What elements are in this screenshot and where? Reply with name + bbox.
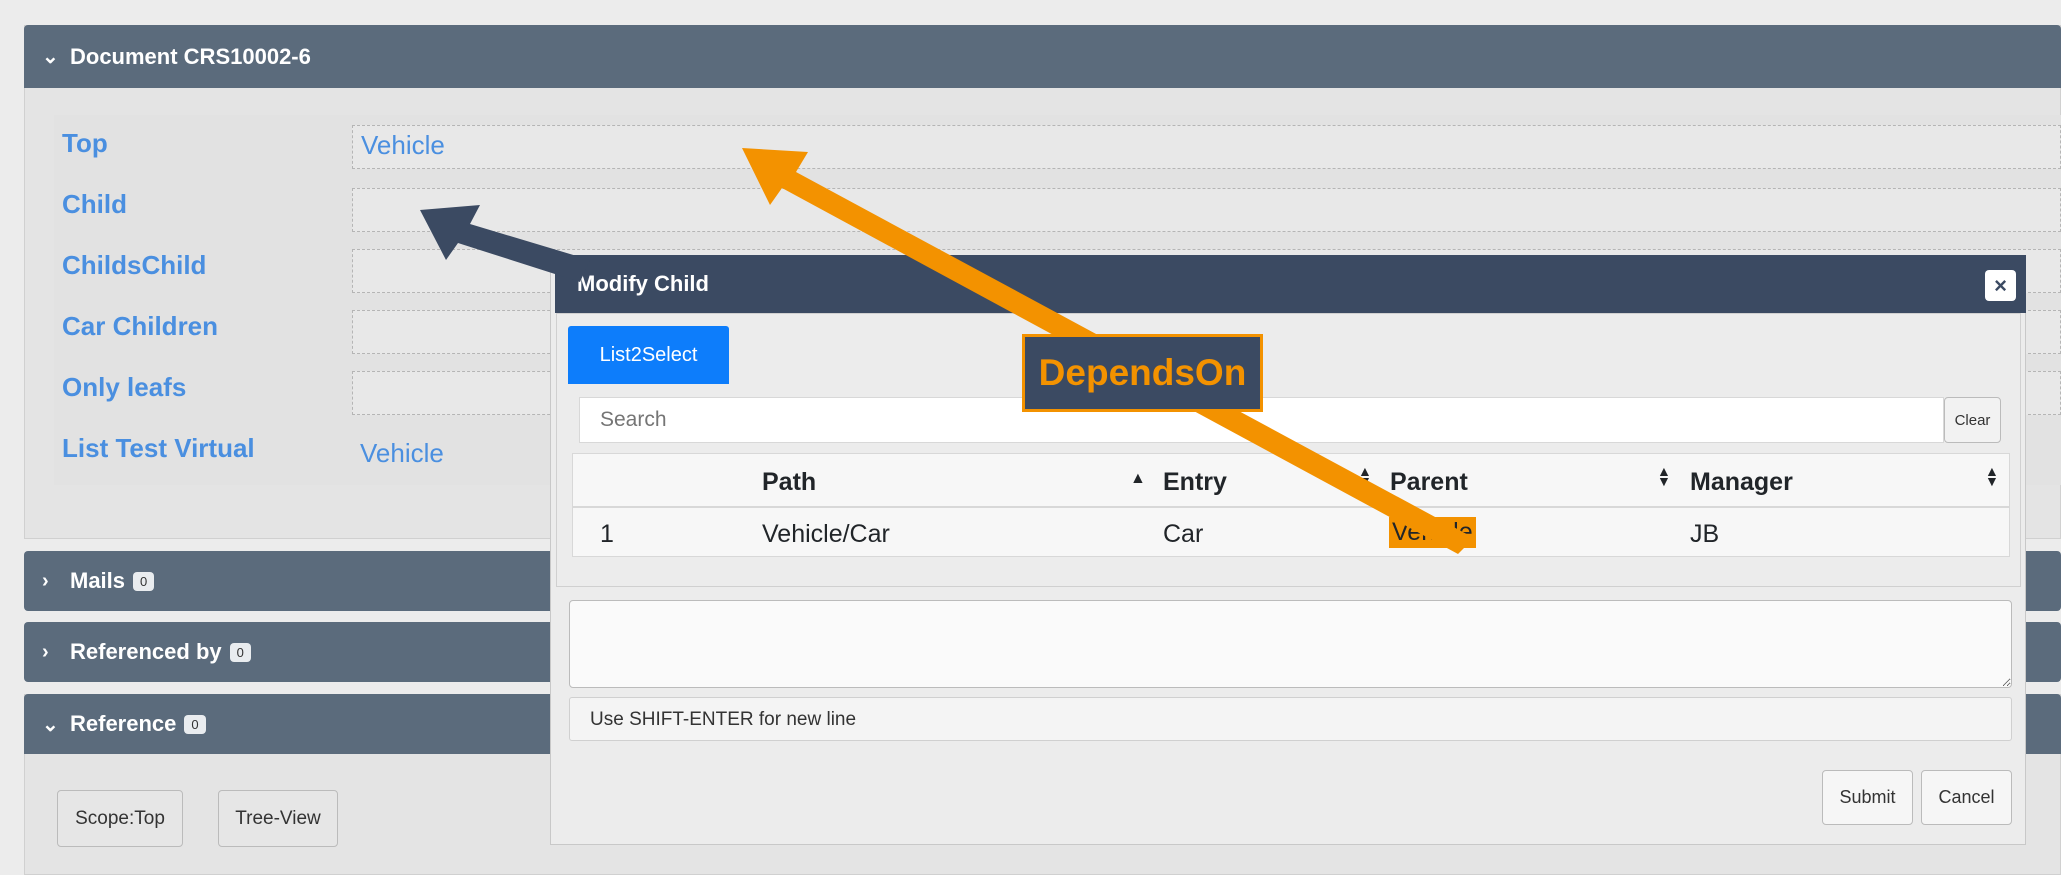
row-number: 1 — [600, 520, 614, 548]
cancel-button[interactable]: Cancel — [1921, 770, 2012, 825]
field-label-car-children: Car Children — [62, 311, 219, 341]
chevron-right-icon: › — [42, 640, 49, 663]
close-icon[interactable]: × — [1985, 270, 2016, 301]
column-header-entry[interactable]: Entry — [1163, 468, 1227, 497]
modal-title: Modify Child — [577, 271, 709, 296]
cell-parent: Vehicle — [1389, 517, 1476, 548]
referenced-by-title: Referenced by — [70, 639, 222, 664]
cell-manager: JB — [1690, 520, 1720, 548]
column-header-parent[interactable]: Parent — [1390, 468, 1468, 497]
column-header-path[interactable]: Path — [762, 468, 816, 497]
cell-entry: Car — [1163, 520, 1204, 548]
field-value-list-test-virtual: Vehicle — [360, 438, 444, 468]
modal-title-bar: Modify Child — [555, 255, 2026, 313]
field-label-top: Top — [62, 128, 108, 158]
reference-title: Reference — [70, 711, 177, 736]
sort-both-icon[interactable]: ▲ ▼ — [1985, 464, 1999, 488]
field-label-only-leafs: Only leafs — [62, 372, 187, 402]
chevron-right-icon: › — [42, 569, 49, 592]
referenced-by-count-badge: 0 — [229, 642, 251, 662]
depends-on-callout: DependsOn — [1022, 334, 1263, 412]
field-value-top[interactable]: Vehicle — [352, 125, 2061, 169]
tab-list2select[interactable]: List2Select — [568, 326, 729, 384]
sort-both-icon[interactable]: ▲ ▼ — [1358, 464, 1372, 488]
tree-view-button[interactable]: Tree-View — [218, 790, 338, 847]
cell-path: Vehicle/Car — [762, 520, 890, 548]
column-header-manager[interactable]: Manager — [1690, 468, 1793, 497]
reference-count-badge: 0 — [184, 714, 206, 734]
field-value-child[interactable] — [352, 188, 2061, 232]
clear-button[interactable]: Clear — [1944, 397, 2001, 443]
scope-top-button[interactable]: Scope:Top — [57, 790, 183, 847]
comment-textarea[interactable] — [569, 600, 2012, 688]
sort-ascending-icon[interactable]: ▲ — [1130, 470, 1146, 488]
field-label-childschild: ChildsChild — [62, 250, 207, 280]
chevron-down-icon: ⌄ — [42, 46, 59, 68]
chevron-down-icon: ⌄ — [42, 713, 59, 736]
hint-text: Use SHIFT-ENTER for new line — [590, 709, 857, 730]
field-label-list-test-virtual: List Test Virtual — [62, 433, 255, 463]
mails-title: Mails — [70, 568, 126, 593]
document-panel-header[interactable]: ⌄ Document CRS10002-6 — [24, 25, 2061, 88]
sort-both-icon[interactable]: ▲ ▼ — [1657, 464, 1671, 488]
field-label-child: Child — [62, 189, 127, 219]
mails-count-badge: 0 — [133, 571, 155, 591]
submit-button[interactable]: Submit — [1822, 770, 1913, 825]
document-title: Document CRS10002-6 — [70, 43, 311, 69]
